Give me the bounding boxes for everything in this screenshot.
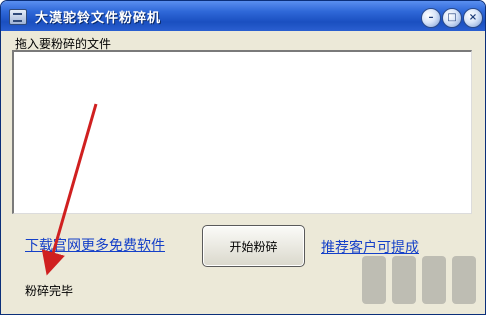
watermark-logo [362, 256, 476, 304]
